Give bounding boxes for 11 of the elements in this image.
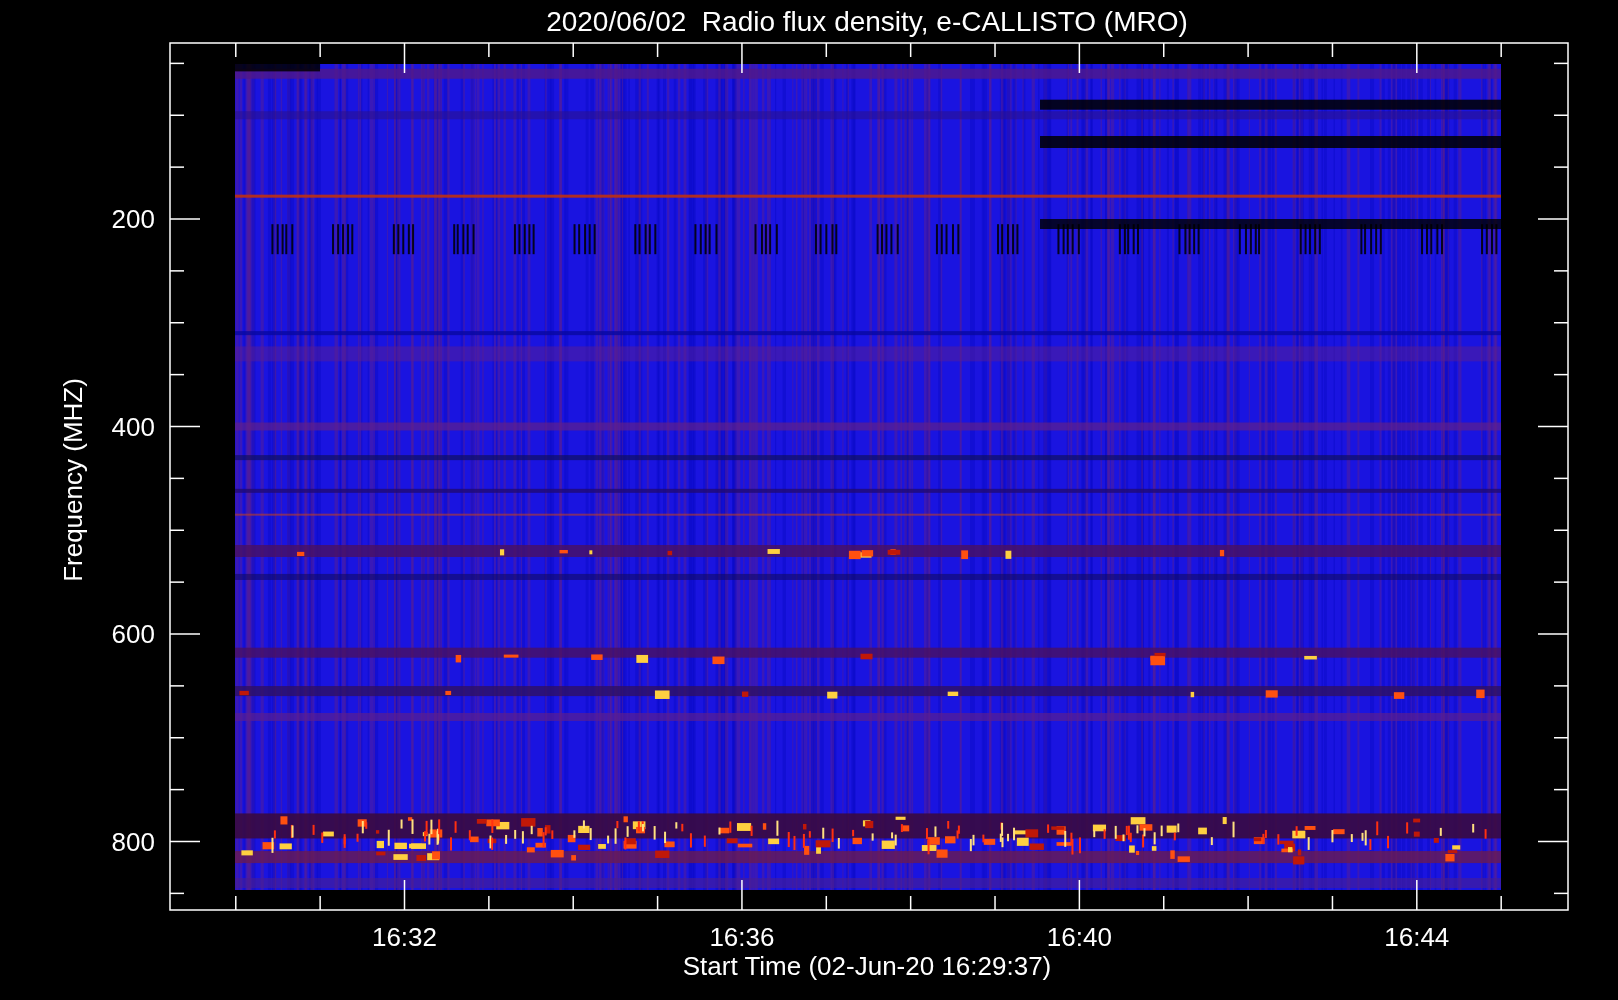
x-tick-label: 16:40 [1046,922,1112,952]
y-axis-label: Frequency (MHZ) [58,378,88,582]
plot-title: 2020/06/02 Radio flux density, e-CALLISTO (MRO) [546,6,1188,37]
y-tick-label: 200 [111,204,155,234]
y-tick-label: 600 [111,619,155,649]
y-tick-label: 400 [111,411,155,442]
x-tick-label: 16:44 [1384,922,1450,952]
x-tick-label: 16:32 [371,922,438,952]
x-axis-label: Start Time (02-Jun-20 16:29:37) [682,951,1052,981]
y-tick-label: 800 [111,826,155,857]
x-tick-label: 16:36 [709,922,775,952]
